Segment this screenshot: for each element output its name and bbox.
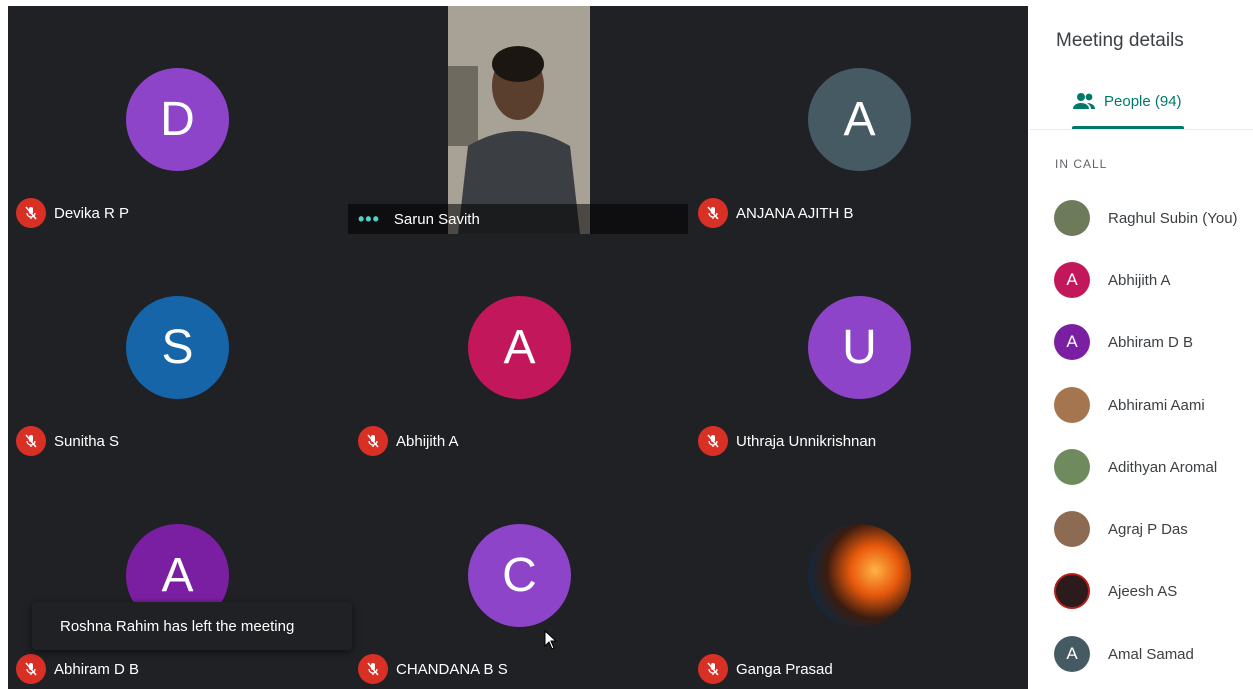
mic-off-icon [358,426,388,456]
speaking-indicator-icon: ••• [358,208,380,229]
avatar [1054,573,1090,609]
tab-label: People (94) [1104,92,1182,110]
participant-name: Adithyan Aromal [1108,458,1218,476]
list-item[interactable]: A Abhijith A [1054,260,1171,300]
avatar [808,524,911,627]
participant-name: Abhirami Aami [1108,396,1205,414]
mic-off-icon [358,654,388,684]
participant-name: Ajeesh AS [1108,582,1178,600]
panel-title: Meeting details [1056,30,1184,51]
avatar: U [808,296,911,399]
participant-tile-sunitha[interactable]: S Sunitha S [8,234,348,462]
list-item[interactable]: Ajeesh AS [1054,571,1177,611]
participant-tile-anjana[interactable]: A ANJANA AJITH B [690,6,1028,234]
avatar: S [126,296,229,399]
mouse-cursor-icon [544,630,558,650]
meeting-details-panel: Meeting details People (94) IN CALL Ragh… [1030,0,1253,689]
list-item[interactable]: Raghul Subin (You) [1054,198,1238,238]
participant-tile-abhiram[interactable]: A Abhiram D B [8,462,348,689]
participant-name: Sunitha S [54,432,120,450]
participant-name: Abhiram D B [54,660,140,678]
participant-name: Uthraja Unnikrishnan [736,432,877,450]
avatar: C [468,524,571,627]
list-item[interactable]: Abhirami Aami [1054,385,1205,425]
participant-name: CHANDANA B S [396,660,508,678]
participant-tile-chandana[interactable]: C CHANDANA B S [350,462,690,689]
video-grid: D Devika R P ••• Sarun Savith A ANJANA A… [8,6,1028,689]
participant-name: Devika R P [54,204,130,222]
avatar [1054,387,1090,423]
list-item[interactable]: Adithyan Aromal [1054,447,1217,487]
participant-name: Agraj P Das [1108,520,1188,538]
participant-name: Abhijith A [396,432,459,450]
list-item[interactable]: A Amal Samad [1054,634,1194,674]
list-item[interactable]: A Abhiram D B [1054,322,1193,362]
tab-people[interactable]: People (94) [1072,92,1182,110]
notification-toast: Roshna Rahim has left the meeting [32,602,352,650]
participant-name: Amal Samad [1108,645,1194,663]
mic-off-icon [16,198,46,228]
mic-off-icon [698,426,728,456]
mic-off-icon [16,654,46,684]
participant-tile-abhijith[interactable]: A Abhijith A [350,234,690,462]
participant-video [448,6,590,234]
people-icon [1073,93,1095,109]
avatar [1054,200,1090,236]
section-heading: IN CALL [1055,157,1108,171]
list-item[interactable]: Agraj P Das [1054,509,1188,549]
avatar: A [468,296,571,399]
avatar: D [126,68,229,171]
participant-name: Ganga Prasad [736,660,833,678]
participant-tile-devika[interactable]: D Devika R P [8,6,348,234]
mic-off-icon [698,654,728,684]
avatar: A [808,68,911,171]
avatar: A [1054,636,1090,672]
avatar: A [1054,324,1090,360]
participant-tile-uthraja[interactable]: U Uthraja Unnikrishnan [690,234,1028,462]
avatar [1054,449,1090,485]
avatar: A [1054,262,1090,298]
mic-off-icon [698,198,728,228]
mic-off-icon [16,426,46,456]
participant-name: ANJANA AJITH B [736,204,854,222]
participant-name: Raghul Subin (You) [1108,209,1238,227]
participant-name: Abhijith A [1108,271,1171,289]
participant-name: Abhiram D B [1108,333,1194,351]
avatar [1054,511,1090,547]
participant-tile-ganga[interactable]: Ganga Prasad [690,462,1028,689]
participant-name: Sarun Savith [393,210,480,228]
